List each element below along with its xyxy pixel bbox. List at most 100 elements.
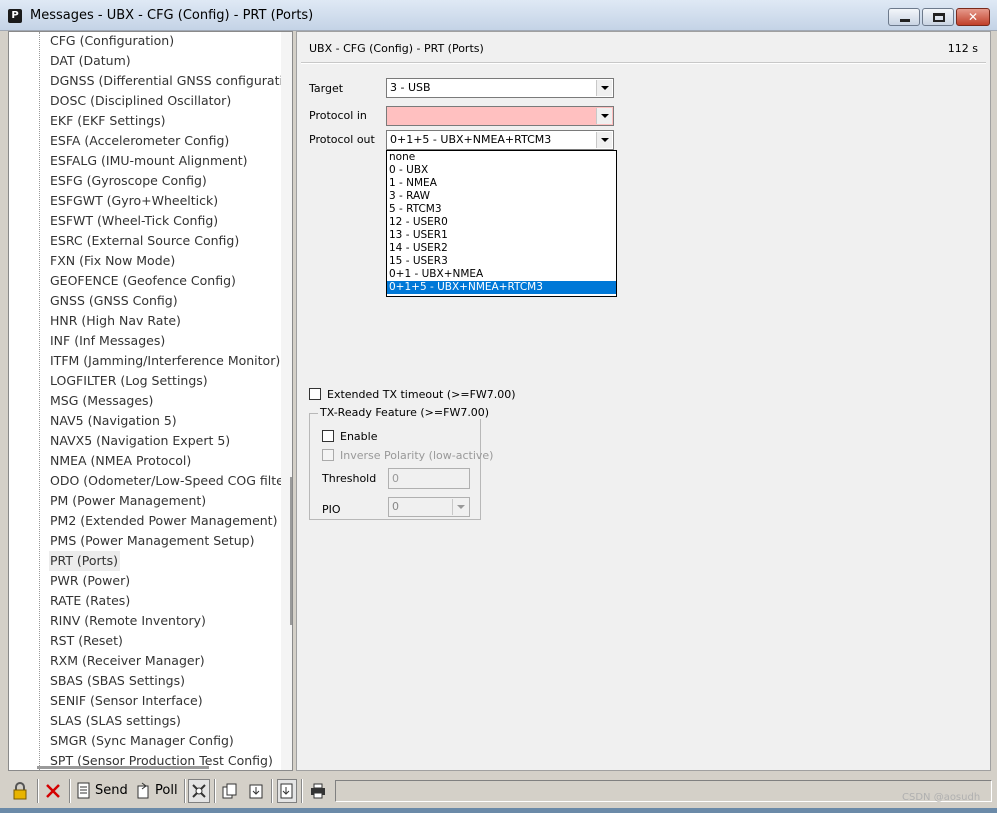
lock-button[interactable] — [10, 779, 30, 803]
poll-button[interactable]: Poll — [136, 779, 182, 803]
tree-item[interactable]: PMS (Power Management Setup) — [49, 531, 281, 551]
chevron-down-icon[interactable] — [596, 80, 612, 96]
tree-item[interactable]: ESFG (Gyroscope Config) — [49, 171, 281, 191]
tree-vertical-scrollbar[interactable] — [281, 32, 292, 770]
tree-item[interactable]: SMGR (Sync Manager Config) — [49, 731, 281, 751]
protocol-out-select[interactable]: 0+1+5 - UBX+NMEA+RTCM3 — [386, 130, 614, 150]
dropdown-option[interactable]: 13 - USER1 — [387, 229, 616, 242]
window-bottom-border — [0, 808, 997, 813]
tree-item[interactable]: SLAS (SLAS settings) — [49, 711, 281, 731]
dropdown-option[interactable]: 5 - RTCM3 — [387, 203, 616, 216]
tree-item[interactable]: PRT (Ports) — [49, 551, 120, 571]
dropdown-option[interactable]: 0+1 - UBX+NMEA — [387, 268, 616, 281]
send-document-icon — [77, 782, 90, 799]
tree-item[interactable]: HNR (High Nav Rate) — [49, 311, 281, 331]
copy-icon — [222, 783, 237, 799]
txready-groupbox: TX-Ready Feature (>=FW7.00) Enable Inver… — [309, 406, 493, 520]
protocol-out-value: 0+1+5 - UBX+NMEA+RTCM3 — [390, 133, 552, 146]
protocol-in-label: Protocol in — [309, 109, 367, 122]
dropdown-option[interactable]: 1 - NMEA — [387, 177, 616, 190]
tree-item[interactable]: DGNSS (Differential GNSS configuration) — [49, 71, 281, 91]
tree-horizontal-scroll-thumb[interactable] — [37, 766, 209, 769]
print-button[interactable] — [308, 779, 328, 803]
protocol-out-label: Protocol out — [309, 133, 375, 146]
inverse-polarity-label: Inverse Polarity (low-active) — [340, 449, 494, 462]
tree-item[interactable]: INF (Inf Messages) — [49, 331, 281, 351]
copy-button[interactable] — [220, 779, 240, 803]
enable-label: Enable — [340, 430, 378, 443]
dropdown-option[interactable]: 15 - USER3 — [387, 255, 616, 268]
tree-item[interactable]: LOGFILTER (Log Settings) — [49, 371, 281, 391]
poll-icon — [137, 782, 149, 799]
txready-title: TX-Ready Feature (>=FW7.00) — [318, 406, 492, 419]
app-icon: P — [8, 9, 22, 23]
watermark: CSDN @aosudh — [902, 792, 981, 803]
tree-item[interactable]: ODO (Odometer/Low-Speed COG filter) — [49, 471, 281, 491]
dropdown-option[interactable]: 0+1+5 - UBX+NMEA+RTCM3 — [387, 281, 616, 294]
tree-item[interactable]: PM (Power Management) — [49, 491, 281, 511]
tree-item[interactable]: CFG (Configuration) — [49, 32, 281, 51]
tree-item[interactable]: GEOFENCE (Geofence Config) — [49, 271, 281, 291]
lock-icon — [13, 782, 27, 800]
red-x-icon — [46, 784, 60, 798]
minimize-icon — [900, 19, 910, 22]
tree-item[interactable]: DAT (Datum) — [49, 51, 281, 71]
tree-item[interactable]: PWR (Power) — [49, 571, 281, 591]
minimize-button[interactable] — [888, 8, 920, 26]
tree-item[interactable]: ESFGWT (Gyro+Wheeltick) — [49, 191, 281, 211]
tree-item[interactable]: RINV (Remote Inventory) — [49, 611, 281, 631]
save-icon — [280, 783, 293, 799]
enable-checkbox[interactable] — [322, 430, 334, 442]
tree-item[interactable]: RATE (Rates) — [49, 591, 281, 611]
title-bar: P Messages - UBX - CFG (Config) - PRT (P… — [0, 0, 997, 31]
close-icon: ✕ — [968, 10, 979, 24]
tree-item[interactable]: EKF (EKF Settings) — [49, 111, 281, 131]
chevron-down-icon — [452, 499, 468, 515]
tree-item[interactable]: NMEA (NMEA Protocol) — [49, 451, 281, 471]
save-button[interactable] — [277, 779, 297, 803]
inverse-polarity-checkbox — [322, 449, 334, 461]
tree-item[interactable]: GNSS (GNSS Config) — [49, 291, 281, 311]
tree-item[interactable]: NAVX5 (Navigation Expert 5) — [49, 431, 281, 451]
autopoll-button[interactable] — [188, 779, 210, 803]
dropdown-option[interactable]: 3 - RAW — [387, 190, 616, 203]
tree-item[interactable]: RST (Reset) — [49, 631, 281, 651]
target-label: Target — [309, 82, 344, 95]
tree-item[interactable]: NAV5 (Navigation 5) — [49, 411, 281, 431]
extended-tx-checkbox[interactable] — [309, 388, 321, 400]
tree-connector-line — [39, 32, 40, 770]
tree-item[interactable]: MSG (Messages) — [49, 391, 281, 411]
dropdown-option[interactable]: 0 - UBX — [387, 164, 616, 177]
tree-item[interactable]: SENIF (Sensor Interface) — [49, 691, 281, 711]
pio-value: 0 — [392, 500, 399, 513]
load-button[interactable] — [247, 779, 267, 803]
close-button[interactable]: ✕ — [956, 8, 990, 26]
dropdown-option[interactable]: 14 - USER2 — [387, 242, 616, 255]
tree-item[interactable]: ITFM (Jamming/Interference Monitor) — [49, 351, 281, 371]
chevron-down-icon[interactable] — [596, 132, 612, 148]
tree-item[interactable]: ESFWT (Wheel-Tick Config) — [49, 211, 281, 231]
threshold-label: Threshold — [322, 472, 377, 485]
tree-item[interactable]: ESFA (Accelerometer Config) — [49, 131, 281, 151]
tree-item[interactable]: ESRC (External Source Config) — [49, 231, 281, 251]
tree-item[interactable]: SBAS (SBAS Settings) — [49, 671, 281, 691]
tree-item[interactable]: DOSC (Disciplined Oscillator) — [49, 91, 281, 111]
message-tree[interactable]: CFG (Configuration) DAT (Datum) DGNSS (Dif… — [8, 31, 293, 771]
target-select[interactable]: 3 - USB — [386, 78, 614, 98]
tools-icon — [192, 784, 206, 798]
dropdown-option[interactable]: 12 - USER0 — [387, 216, 616, 229]
send-button[interactable]: Send — [76, 779, 130, 803]
tree-item[interactable]: ESFALG (IMU-mount Alignment) — [49, 151, 281, 171]
delete-button[interactable] — [43, 779, 63, 803]
tree-item[interactable]: PM2 (Extended Power Management) — [49, 511, 281, 531]
dropdown-option[interactable]: none — [387, 151, 616, 164]
status-field — [335, 780, 992, 802]
tree-item[interactable]: FXN (Fix Now Mode) — [49, 251, 281, 271]
chevron-down-icon[interactable] — [596, 108, 612, 124]
tree-item[interactable]: RXM (Receiver Manager) — [49, 651, 281, 671]
protocol-out-dropdown-list[interactable]: none 0 - UBX 1 - NMEA 3 - RAW 5 - RTCM3 12 - … — [386, 150, 617, 297]
tree-scroll-thumb[interactable] — [290, 477, 292, 625]
target-value: 3 - USB — [390, 81, 431, 94]
maximize-button[interactable] — [922, 8, 954, 26]
protocol-in-select[interactable] — [386, 106, 614, 126]
